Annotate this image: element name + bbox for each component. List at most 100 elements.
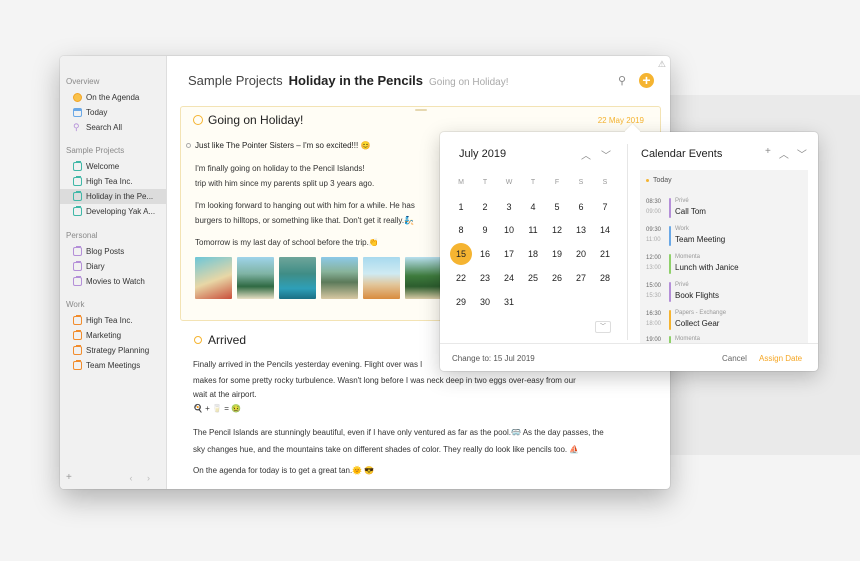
- image-thumbnail[interactable]: [279, 257, 316, 299]
- calendar-day-selected[interactable]: 15: [450, 243, 472, 265]
- calendar-day[interactable]: 3: [499, 197, 519, 217]
- calendar-day[interactable]: 25: [523, 268, 543, 288]
- event-item[interactable]: 19:00 Momenta: [640, 335, 808, 343]
- calendar-day[interactable]: 22: [451, 268, 471, 288]
- event-item[interactable]: 15:00 15:30 Privé Book Flights: [640, 281, 808, 305]
- sidebar-item-work-high-tea[interactable]: High Tea Inc.: [60, 313, 166, 328]
- weekday-label: F: [554, 179, 560, 186]
- calendar-day[interactable]: 7: [595, 197, 615, 217]
- calendar-day[interactable]: 4: [523, 197, 543, 217]
- paragraph: burgers to hilltops, or something like t…: [195, 216, 414, 225]
- calendar-day[interactable]: 30: [475, 292, 495, 312]
- add-note-button[interactable]: +: [66, 472, 72, 483]
- image-thumbnail[interactable]: [363, 257, 400, 299]
- chevron-up-icon[interactable]: ︿: [779, 146, 789, 161]
- calendar-day[interactable]: 2: [475, 197, 495, 217]
- calendar-day[interactable]: 10: [499, 220, 519, 240]
- sidebar-item-strategy-planning[interactable]: Strategy Planning: [60, 343, 166, 358]
- sidebar-item-label: On the Agenda: [86, 93, 140, 102]
- sidebar-item-movies-to-watch[interactable]: Movies to Watch: [60, 274, 166, 289]
- assign-date-button[interactable]: Assign Date: [759, 354, 802, 363]
- task-text: Just like The Pointer Sisters – I'm so e…: [195, 141, 371, 150]
- weekday-label: S: [578, 179, 584, 186]
- calendar-day[interactable]: 20: [571, 244, 591, 264]
- sidebar-item-marketing[interactable]: Marketing: [60, 328, 166, 343]
- search-icon[interactable]: ⚲: [618, 75, 630, 87]
- calendar-day[interactable]: 1: [451, 197, 471, 217]
- body-text: sky changes hue, and the mountains take …: [193, 445, 580, 454]
- calendar-day[interactable]: 31: [499, 292, 519, 312]
- calendar-day[interactable]: 17: [499, 244, 519, 264]
- search-icon: ⚲: [73, 122, 80, 132]
- event-name: Call Tom: [675, 207, 706, 216]
- sidebar-nav-arrows[interactable]: ‹ ›: [130, 473, 157, 483]
- calendar-day[interactable]: 18: [523, 244, 543, 264]
- sidebar-item-welcome[interactable]: Welcome: [60, 159, 166, 174]
- sidebar-item-label: Today: [86, 108, 108, 117]
- calendar-day[interactable]: 16: [475, 244, 495, 264]
- calendar-day[interactable]: 24: [499, 268, 519, 288]
- image-thumbnail[interactable]: [195, 257, 232, 299]
- calendar-day[interactable]: 21: [595, 244, 615, 264]
- events-nav: + ︿ ﹀: [765, 146, 807, 161]
- event-item[interactable]: 09:30 11:00 Work Team Meeting: [640, 225, 808, 249]
- add-event-icon[interactable]: +: [765, 146, 771, 161]
- calendar-day[interactable]: 29: [451, 292, 471, 312]
- event-color-bar: [669, 282, 671, 302]
- calendar-day[interactable]: 19: [547, 244, 567, 264]
- events-title: Calendar Events: [641, 148, 723, 160]
- breadcrumb-project[interactable]: Sample Projects: [188, 73, 283, 88]
- sidebar-item-blog-posts[interactable]: Blog Posts: [60, 244, 166, 259]
- sidebar-item-label: High Tea Inc.: [86, 316, 133, 325]
- paragraph: I'm finally going on holiday to the Penc…: [195, 164, 365, 173]
- sidebar-item-label: Developing Yak A...: [86, 207, 156, 216]
- chevron-down-icon[interactable]: ﹀: [595, 321, 611, 333]
- chevron-down-icon[interactable]: ﹀: [601, 147, 611, 162]
- event-item[interactable]: 16:30 18:00 Papers - Exchange Collect Ge…: [640, 309, 808, 333]
- calendar-day[interactable]: 27: [571, 268, 591, 288]
- note-icon: [73, 161, 82, 171]
- calendar-day[interactable]: 26: [547, 268, 567, 288]
- calendar-day[interactable]: 5: [547, 197, 567, 217]
- event-item[interactable]: 12:00 13:00 Momenta Lunch with Janice: [640, 253, 808, 277]
- sidebar-item-search-all[interactable]: ⚲ Search All: [60, 120, 166, 135]
- sidebar-item-team-meetings[interactable]: Team Meetings: [60, 358, 166, 373]
- drag-handle[interactable]: [415, 109, 427, 111]
- event-name: Collect Gear: [675, 319, 720, 328]
- image-gallery: [195, 257, 442, 299]
- sidebar-item-on-the-agenda[interactable]: On the Agenda: [60, 90, 166, 105]
- event-end: 13:00: [646, 265, 662, 271]
- event-start: 15:00: [646, 283, 662, 289]
- calendar-day[interactable]: 12: [547, 220, 567, 240]
- calendar-day[interactable]: 6: [571, 197, 591, 217]
- calendar-day[interactable]: 13: [571, 220, 591, 240]
- body-text: Finally arrived in the Pencils yesterday…: [193, 360, 422, 369]
- note-icon: [73, 360, 82, 370]
- cancel-button[interactable]: Cancel: [722, 354, 747, 363]
- sidebar-item-holiday-in-the-pencils[interactable]: Holiday in the Pe...: [60, 189, 166, 204]
- card-date[interactable]: 22 May 2019: [598, 116, 644, 125]
- sidebar-item-developing-yak[interactable]: Developing Yak A...: [60, 204, 166, 219]
- sidebar-item-high-tea[interactable]: High Tea Inc.: [60, 174, 166, 189]
- body-text: makes for some pretty rocky turbulence. …: [193, 376, 576, 385]
- today-dot-icon: [646, 179, 649, 182]
- calendar-day[interactable]: 23: [475, 268, 495, 288]
- chevron-up-icon[interactable]: ︿: [581, 147, 591, 162]
- breadcrumb-subtitle: Going on Holiday!: [429, 77, 509, 88]
- image-thumbnail[interactable]: [405, 257, 442, 299]
- calendar-day[interactable]: 14: [595, 220, 615, 240]
- event-item[interactable]: 08:30 09:00 Privé Call Tom: [640, 197, 808, 221]
- add-button[interactable]: +: [639, 73, 654, 88]
- image-thumbnail[interactable]: [237, 257, 274, 299]
- task-checkbox[interactable]: [186, 143, 191, 148]
- sidebar-item-diary[interactable]: Diary: [60, 259, 166, 274]
- calendar-day[interactable]: 8: [451, 220, 471, 240]
- image-thumbnail[interactable]: [321, 257, 358, 299]
- calendar-day[interactable]: 11: [523, 220, 543, 240]
- chevron-down-icon[interactable]: ﹀: [797, 146, 807, 161]
- calendar-day[interactable]: 28: [595, 268, 615, 288]
- calendar-day[interactable]: 9: [475, 220, 495, 240]
- sidebar-item-today[interactable]: Today: [60, 105, 166, 120]
- change-to-label: Change to: 15 Jul 2019: [452, 354, 535, 363]
- events-list[interactable]: Today 08:30 09:00 Privé Call Tom 09:30 1…: [640, 170, 808, 343]
